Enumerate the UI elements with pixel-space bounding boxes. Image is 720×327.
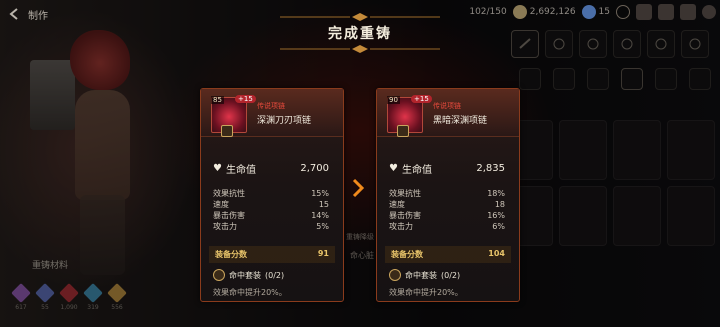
mail-icon[interactable]	[658, 4, 674, 20]
gold-icon	[512, 5, 527, 19]
substat-value: 15%	[311, 189, 329, 198]
substat-row: 速度 18	[389, 199, 505, 210]
gear-score-label: 装备分数	[215, 250, 247, 259]
gift-icon[interactable]	[636, 4, 652, 20]
set-icon	[397, 125, 409, 137]
main-stat-value: 2,835	[476, 163, 505, 174]
gem-icon	[581, 5, 596, 19]
main-stat-label: 生命值	[401, 165, 432, 176]
substat-row: 暴击伤害 14%	[213, 210, 329, 221]
substat-label: 攻击力	[389, 222, 413, 231]
substat-row: 速度 15	[213, 199, 329, 210]
enhance-badge: +15	[235, 95, 256, 103]
set-count: (0/2)	[265, 270, 285, 280]
item-rarity: 传说项链	[257, 102, 285, 110]
item-level: 85	[211, 96, 224, 104]
substat-row: 效果抗性 18%	[389, 188, 505, 199]
item-name: 深渊刀刃项链	[257, 116, 312, 126]
main-stat-label: 生命值	[225, 165, 256, 176]
modal-title-banner: 完成重铸	[260, 10, 460, 53]
background-label: 重铸降级	[346, 233, 374, 241]
substat-label: 速度	[389, 200, 405, 209]
gear-score-row: 装备分数 91	[209, 246, 335, 263]
heart-icon: ♥	[213, 163, 222, 174]
skystone-icon[interactable]	[616, 5, 630, 19]
substat-label: 效果抗性	[389, 189, 421, 198]
gear-score-row: 装备分数 104	[385, 246, 511, 263]
set-effect-row: 命中套装 (0/2)	[377, 269, 519, 281]
set-description: 效果命中提升20%。	[213, 288, 287, 297]
before-equipment-card: 85 +15 传说项链 深渊刀刃项链 ♥ 生命值 2,700 效果抗性 15% 速度…	[200, 88, 344, 302]
hit-set-icon	[213, 269, 225, 281]
background-label: 命心脏	[350, 251, 374, 260]
substat-value: 16%	[487, 211, 505, 220]
set-count: (0/2)	[441, 270, 461, 280]
enhance-badge: +15	[411, 95, 432, 103]
main-stat-row: ♥ 生命值 2,835	[377, 161, 519, 176]
substat-label: 暴击伤害	[389, 211, 421, 220]
substats-list: 效果抗性 15% 速度 15 暴击伤害 14% 攻击力 5%	[201, 188, 343, 232]
stamina-value: 102/150	[469, 7, 507, 17]
gold-display[interactable]: 2,692,126	[512, 5, 576, 19]
item-rarity: 传说项链	[433, 102, 461, 110]
gear-score-value: 91	[317, 249, 329, 258]
title-top-ornament	[280, 13, 440, 21]
gear-score-value: 104	[488, 249, 505, 258]
gem-display[interactable]: 15	[581, 5, 610, 19]
substat-label: 速度	[213, 200, 229, 209]
card-header: 85 +15 传说项链 深渊刀刃项链	[201, 89, 343, 137]
substat-value: 18%	[487, 189, 505, 198]
main-stat-row: ♥ 生命值 2,700	[201, 161, 343, 176]
substat-value: 5%	[316, 222, 329, 231]
back-label: 制作	[28, 10, 48, 22]
set-name: 命中套装	[405, 270, 437, 280]
substat-row: 攻击力 5%	[213, 221, 329, 232]
back-button[interactable]	[6, 6, 22, 22]
substat-value: 6%	[492, 222, 505, 231]
page-title: 完成重铸	[328, 26, 392, 42]
title-bottom-ornament	[280, 45, 440, 53]
substat-row: 攻击力 6%	[389, 221, 505, 232]
back-arrow-icon	[9, 8, 18, 20]
substat-value: 18	[494, 200, 505, 209]
substat-row: 暴击伤害 16%	[389, 210, 505, 221]
set-icon	[221, 125, 233, 137]
card-header: 90 +15 传说项链 黑暗深渊项链	[377, 89, 519, 137]
after-equipment-card: 90 +15 传说项链 黑暗深渊项链 ♥ 生命值 2,835 效果抗性 18% 速度…	[376, 88, 520, 302]
arrow-right-icon	[352, 178, 365, 198]
substat-label: 暴击伤害	[213, 211, 245, 220]
item-level: 90	[387, 96, 400, 104]
set-description: 效果命中提升20%。	[389, 288, 463, 297]
set-effect-row: 命中套装 (0/2)	[201, 269, 343, 281]
main-stat-value: 2,700	[300, 163, 329, 174]
top-left-nav: 制作	[6, 6, 48, 22]
stamina-display[interactable]: 102/150	[469, 7, 506, 17]
heart-icon: ♥	[389, 163, 398, 174]
item-name: 黑暗深渊项链	[433, 116, 488, 126]
gold-value: 2,692,126	[529, 7, 576, 17]
gem-value: 15	[598, 7, 610, 17]
chat-icon[interactable]	[680, 4, 696, 20]
top-status-bar: 102/150 2,692,126 15	[469, 4, 716, 20]
set-name: 命中套装	[229, 270, 261, 280]
menu-icon[interactable]	[702, 5, 716, 19]
substat-value: 14%	[311, 211, 329, 220]
substat-row: 效果抗性 15%	[213, 188, 329, 199]
substats-list: 效果抗性 18% 速度 18 暴击伤害 16% 攻击力 6%	[377, 188, 519, 232]
substat-label: 攻击力	[213, 222, 237, 231]
substat-label: 效果抗性	[213, 189, 245, 198]
substat-value: 15	[318, 200, 329, 209]
gear-score-label: 装备分数	[391, 250, 423, 259]
hit-set-icon	[389, 269, 401, 281]
